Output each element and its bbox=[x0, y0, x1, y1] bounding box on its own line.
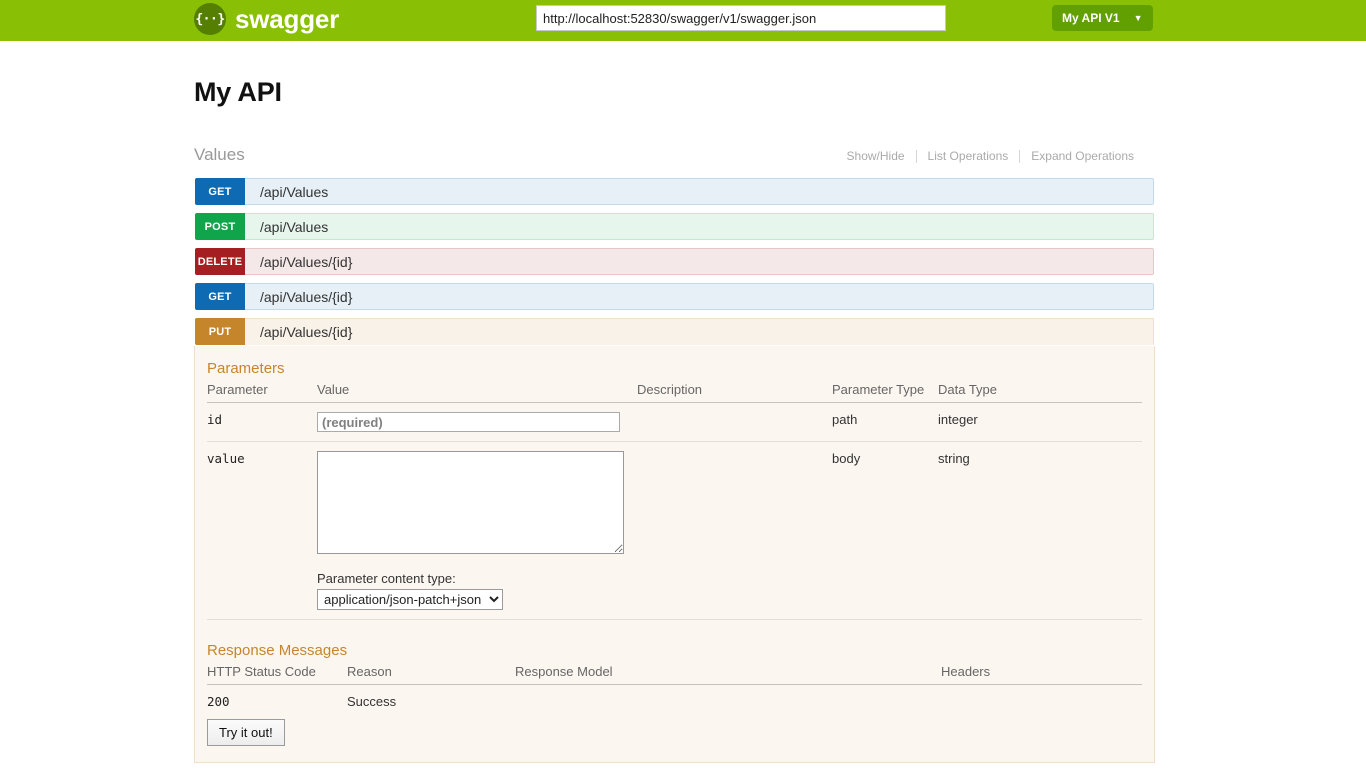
operation-path[interactable]: /api/Values bbox=[245, 213, 1154, 240]
id-value-input[interactable] bbox=[317, 412, 620, 432]
parameter-data-type: string bbox=[938, 441, 1142, 620]
method-badge: PUT bbox=[195, 318, 245, 345]
operation-row[interactable]: POST /api/Values bbox=[194, 212, 1155, 241]
swagger-topbar: {··} swagger My API V1 ▼ bbox=[0, 0, 1366, 41]
show-hide-link[interactable]: Show/Hide bbox=[836, 149, 916, 163]
method-badge: GET bbox=[195, 178, 245, 205]
operation-detail-panel: Parameters Parameter Value Description P… bbox=[194, 346, 1155, 763]
method-badge: DELETE bbox=[195, 248, 245, 275]
response-headers-value bbox=[941, 685, 1142, 716]
response-messages-heading: Response Messages bbox=[207, 642, 348, 659]
resource-name: Values bbox=[194, 145, 245, 164]
column-status-code: HTTP Status Code bbox=[207, 663, 347, 685]
parameter-type-value: path bbox=[832, 402, 938, 442]
table-row: 200 Success bbox=[207, 685, 1142, 716]
operation-row[interactable]: GET /api/Values bbox=[194, 177, 1155, 206]
resource-operation-links: Show/Hide List Operations Expand Operati… bbox=[836, 149, 1145, 163]
parameter-description bbox=[637, 441, 832, 620]
response-model-value bbox=[515, 685, 941, 716]
parameter-name: value bbox=[207, 451, 245, 466]
operation-row[interactable]: DELETE /api/Values/{id} bbox=[194, 247, 1155, 276]
swagger-brand: {··} swagger bbox=[194, 3, 339, 35]
parameter-type-value: body bbox=[832, 441, 938, 620]
table-header-row: Parameter Value Description Parameter Ty… bbox=[207, 381, 1142, 403]
operation-path[interactable]: /api/Values/{id} bbox=[245, 318, 1154, 345]
value-body-textarea[interactable] bbox=[317, 451, 624, 554]
content-type-group: Parameter content type: application/json… bbox=[317, 571, 637, 610]
operation-path[interactable]: /api/Values/{id} bbox=[245, 248, 1154, 275]
resource-header: Values Show/Hide List Operations Expand … bbox=[194, 145, 1155, 171]
try-it-out-button[interactable]: Try it out! bbox=[207, 719, 285, 746]
column-response-model: Response Model bbox=[515, 663, 941, 685]
chevron-down-icon: ▼ bbox=[1133, 13, 1143, 23]
swagger-url-input[interactable] bbox=[536, 5, 946, 31]
column-parameter: Parameter bbox=[207, 381, 317, 403]
response-status-code: 200 bbox=[207, 694, 230, 709]
parameters-heading: Parameters bbox=[207, 360, 285, 377]
table-row: id path integer bbox=[207, 402, 1142, 442]
parameters-table: Parameter Value Description Parameter Ty… bbox=[207, 381, 1142, 620]
column-parameter-type: Parameter Type bbox=[832, 381, 938, 403]
operation-row-expanded[interactable]: PUT /api/Values/{id} bbox=[194, 317, 1155, 346]
column-value: Value bbox=[317, 381, 637, 403]
page-title: My API bbox=[194, 77, 282, 107]
parameter-description bbox=[637, 402, 832, 442]
parameter-name: id bbox=[207, 412, 223, 427]
response-messages-table: HTTP Status Code Reason Response Model H… bbox=[207, 663, 1142, 715]
brand-name: swagger bbox=[235, 4, 340, 34]
operation-path[interactable]: /api/Values/{id} bbox=[245, 283, 1154, 310]
operation-path[interactable]: /api/Values bbox=[245, 178, 1154, 205]
swagger-braces-icon: {··} bbox=[194, 3, 226, 35]
content-type-label: Parameter content type: bbox=[317, 571, 456, 586]
api-version-selector[interactable]: My API V1 ▼ bbox=[1052, 5, 1153, 31]
table-header-row: HTTP Status Code Reason Response Model H… bbox=[207, 663, 1142, 685]
parameter-data-type: integer bbox=[938, 402, 1142, 442]
method-badge: GET bbox=[195, 283, 245, 310]
operation-row[interactable]: GET /api/Values/{id} bbox=[194, 282, 1155, 311]
content-column: My API Values Show/Hide List Operations … bbox=[194, 41, 1155, 763]
column-headers: Headers bbox=[941, 663, 1142, 685]
api-version-label: My API V1 bbox=[1062, 11, 1120, 25]
method-badge: POST bbox=[195, 213, 245, 240]
table-row: value Parameter content type: applicatio… bbox=[207, 441, 1142, 620]
response-reason: Success bbox=[347, 694, 397, 709]
parameter-content-type-select[interactable]: application/json-patch+json application/… bbox=[317, 589, 503, 610]
expand-operations-link[interactable]: Expand Operations bbox=[1020, 149, 1145, 163]
column-data-type: Data Type bbox=[938, 381, 1142, 403]
column-reason: Reason bbox=[347, 663, 515, 685]
list-operations-link[interactable]: List Operations bbox=[917, 149, 1020, 163]
column-description: Description bbox=[637, 381, 832, 403]
